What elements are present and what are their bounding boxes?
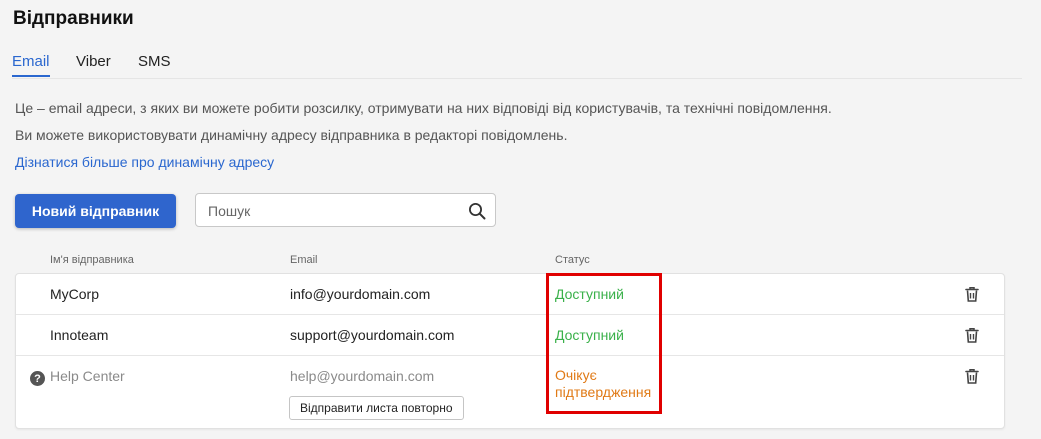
- question-circle-icon[interactable]: ?: [30, 371, 45, 386]
- resend-email-button[interactable]: Відправити листа повторно: [289, 396, 464, 420]
- column-header-name: Ім'я відправника: [50, 254, 134, 266]
- trash-icon[interactable]: [963, 285, 981, 303]
- search-icon[interactable]: [468, 202, 486, 220]
- status-badge: Доступний: [555, 327, 624, 343]
- description-line-1: Це – email адреси, з яких ви можете роби…: [15, 100, 832, 116]
- dynamic-address-link[interactable]: Дізнатися більше про динамічну адресу: [15, 154, 274, 170]
- status-badge: Доступний: [555, 286, 624, 302]
- sender-email: help@yourdomain.com: [290, 368, 435, 384]
- tab-viber[interactable]: Viber: [76, 53, 111, 75]
- sender-email: support@yourdomain.com: [290, 327, 455, 343]
- tab-email[interactable]: Email: [12, 53, 50, 77]
- tabs-divider: [12, 78, 1022, 79]
- description-line-2: Ви можете використовувати динамічну адре…: [15, 127, 568, 143]
- table-row: Innoteam support@yourdomain.com Доступни…: [16, 315, 1004, 356]
- senders-table: MyCorp info@yourdomain.com Доступний Inn…: [15, 273, 1005, 429]
- search-box: [195, 193, 496, 227]
- trash-icon[interactable]: [963, 326, 981, 344]
- search-input[interactable]: [206, 200, 460, 222]
- trash-icon[interactable]: [963, 367, 981, 385]
- sender-name: Help Center: [50, 368, 125, 384]
- page-title: Відправники: [13, 8, 134, 29]
- status-badge: Очікує підтвердження: [555, 367, 651, 401]
- sender-name: Innoteam: [50, 327, 109, 343]
- sender-email: info@yourdomain.com: [290, 286, 431, 302]
- new-sender-button[interactable]: Новий відправник: [15, 194, 176, 228]
- column-header-email: Email: [290, 254, 318, 266]
- table-row: MyCorp info@yourdomain.com Доступний: [16, 274, 1004, 315]
- status-line-2: підтвердження: [555, 384, 652, 400]
- column-header-status: Статус: [555, 254, 590, 266]
- table-row: ? Help Center help@yourdomain.com Відпра…: [16, 356, 1004, 428]
- sender-name: MyCorp: [50, 286, 100, 302]
- tab-sms[interactable]: SMS: [138, 53, 171, 75]
- status-line-1: Очікує: [555, 367, 597, 383]
